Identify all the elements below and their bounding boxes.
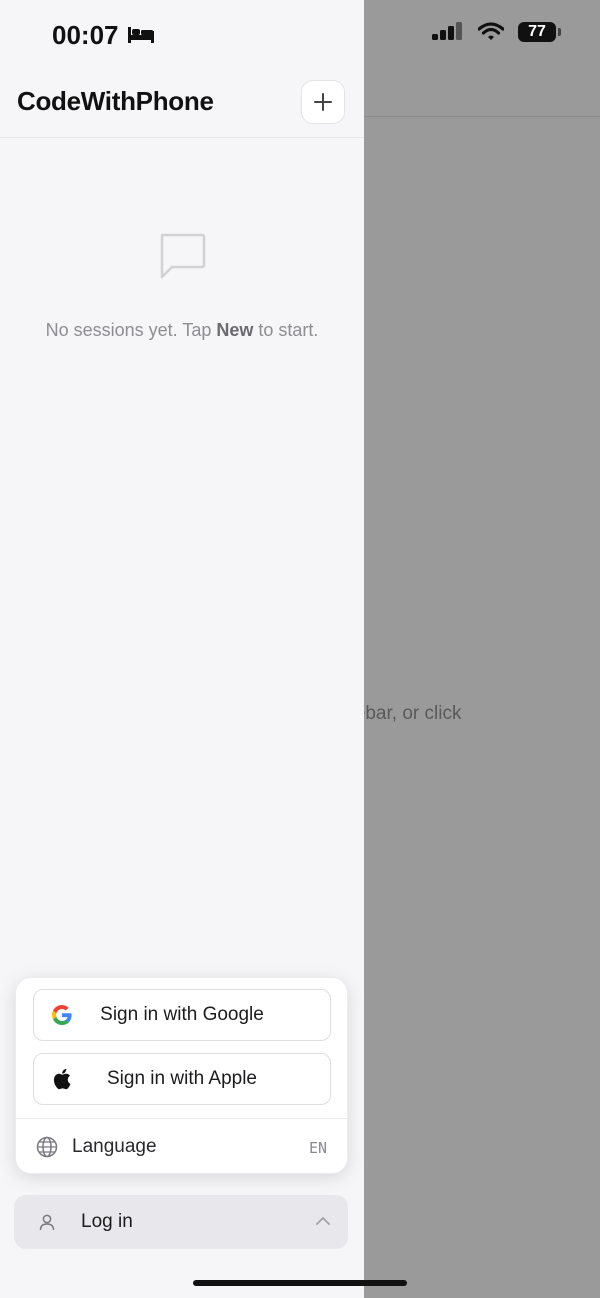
- language-label: Language: [72, 1136, 157, 1157]
- new-session-button[interactable]: [301, 80, 345, 124]
- google-signin-button[interactable]: Sign in with Google: [33, 989, 331, 1041]
- app-title: CodeWithPhone: [17, 86, 214, 116]
- main-header-divider: [364, 116, 600, 117]
- login-toggle-button[interactable]: Log in: [14, 1195, 348, 1249]
- sidebar-header-divider: [0, 137, 364, 138]
- apple-signin-button[interactable]: Sign in with Apple: [33, 1053, 331, 1105]
- language-code: EN: [308, 1139, 327, 1157]
- language-selector[interactable]: Language EN: [16, 1119, 347, 1175]
- cellular-signal-icon: [432, 22, 462, 40]
- home-indicator[interactable]: [193, 1280, 407, 1286]
- status-time: 00:07: [52, 20, 119, 50]
- google-logo-icon: [52, 1005, 72, 1025]
- empty-state-text: No sessions yet. Tap New to start.: [45, 320, 319, 340]
- auth-popup-menu: Sign in with Google Sign in with Apple L…: [15, 977, 348, 1174]
- main-hint-text: idebar, or click: [364, 703, 462, 724]
- user-icon: [39, 1214, 55, 1231]
- sleep-focus-icon: [128, 27, 154, 43]
- apple-logo-icon: [53, 1068, 71, 1090]
- sidebar-drawer: 00:07 CodeWithPhone No sessions yet. Tap…: [0, 0, 364, 1298]
- login-label: Log in: [81, 1211, 133, 1232]
- apple-signin-label: Sign in with Apple: [107, 1068, 257, 1089]
- chat-bubble-icon: [160, 233, 206, 279]
- globe-icon: [36, 1136, 58, 1158]
- wifi-icon: [478, 22, 504, 40]
- status-indicators: 77: [432, 22, 561, 42]
- google-signin-label: Sign in with Google: [100, 1004, 264, 1025]
- plus-icon: [314, 93, 332, 111]
- empty-state-emphasis: New: [216, 320, 254, 340]
- battery-icon: 77: [518, 22, 561, 42]
- chevron-up-icon: [316, 1217, 330, 1225]
